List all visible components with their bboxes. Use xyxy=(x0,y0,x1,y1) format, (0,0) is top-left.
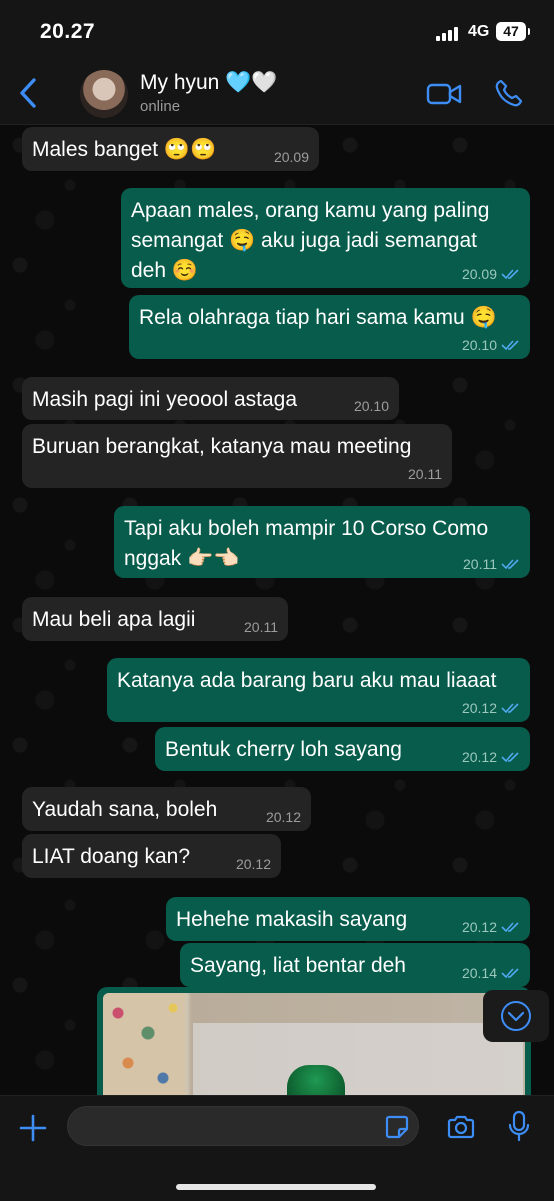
sticker-icon[interactable] xyxy=(384,1114,410,1140)
read-ticks-icon xyxy=(501,703,519,714)
contact-name[interactable]: My hyun 🩵🤍 xyxy=(140,71,278,95)
message-time: 20.10 xyxy=(353,398,389,414)
message-time: 20.11 xyxy=(244,619,278,635)
message-text: Males banget 🙄🙄 xyxy=(32,138,217,161)
message-text: Bentuk cherry loh sayang xyxy=(165,738,402,761)
message-time: 20.14 xyxy=(462,965,520,981)
read-ticks-icon xyxy=(501,559,519,570)
message-bubble-outgoing[interactable]: Apaan males, orang kamu yang paling sema… xyxy=(121,188,530,288)
battery-icon: 47 xyxy=(496,22,530,41)
message-time: 20.12 xyxy=(265,809,301,825)
message-bubble-outgoing[interactable]: Katanya ada barang baru aku mau liaaat 2… xyxy=(107,658,530,722)
message-time: 20.11 xyxy=(408,466,442,482)
network-type: 4G xyxy=(468,23,490,40)
compose-bar xyxy=(0,1095,554,1201)
message-time: 20.12 xyxy=(462,919,520,935)
message-bubble-outgoing[interactable]: Hehehe makasih sayang 20.12 xyxy=(166,897,530,941)
message-bubble-outgoing[interactable]: Tapi aku boleh mampir 10 Corso Como ngga… xyxy=(114,506,530,578)
status-time: 20.27 xyxy=(40,20,96,43)
message-bubble-incoming[interactable]: Mau beli apa lagii 20.11 xyxy=(22,597,288,641)
read-ticks-icon xyxy=(501,752,519,763)
chat-header: My hyun 🩵🤍 online xyxy=(0,62,554,125)
message-text: Tapi aku boleh mampir 10 Corso Como ngga… xyxy=(124,517,489,570)
message-list[interactable]: Males banget 🙄🙄 20.09 Apaan males, orang… xyxy=(0,125,554,1095)
phone-icon[interactable] xyxy=(494,78,524,108)
message-text: Yaudah sana, boleh xyxy=(32,798,218,821)
read-ticks-icon xyxy=(501,340,519,351)
message-bubble-incoming[interactable]: Masih pagi ini yeoool astaga 20.10 xyxy=(22,377,399,420)
message-time: 20.12 xyxy=(462,749,520,765)
image-message[interactable] xyxy=(97,987,531,1095)
message-bubble-incoming[interactable]: Males banget 🙄🙄 20.09 xyxy=(22,127,319,171)
camera-icon[interactable] xyxy=(446,1114,476,1140)
message-text: LIAT doang kan? xyxy=(32,845,191,868)
message-text: Hehehe makasih sayang xyxy=(176,908,408,931)
chevron-down-icon xyxy=(501,1001,531,1031)
message-text: Sayang, liat bentar deh xyxy=(190,954,406,977)
contact-status: online xyxy=(140,98,181,115)
glass-shelf xyxy=(193,1023,523,1095)
read-ticks-icon xyxy=(501,269,519,280)
message-bubble-incoming[interactable]: Yaudah sana, boleh 20.12 xyxy=(22,787,311,831)
read-ticks-icon xyxy=(501,922,519,933)
message-text: Rela olahraga tiap hari sama kamu 🤤 xyxy=(139,306,497,329)
status-bar: 20.27 4G 47 xyxy=(0,0,554,62)
message-text: Apaan males, orang kamu yang paling sema… xyxy=(131,199,490,282)
back-chevron-icon[interactable] xyxy=(14,76,44,110)
message-input[interactable] xyxy=(67,1106,419,1146)
read-ticks-icon xyxy=(501,968,519,979)
video-icon[interactable] xyxy=(426,80,462,108)
message-time: 20.11 xyxy=(463,556,520,572)
message-bubble-outgoing[interactable]: Bentuk cherry loh sayang 20.12 xyxy=(155,727,530,771)
plus-icon[interactable] xyxy=(18,1113,48,1143)
message-text: Katanya ada barang baru aku mau liaaat xyxy=(117,669,497,692)
photo-thumbnail[interactable] xyxy=(103,993,525,1095)
signal-icon xyxy=(436,25,462,41)
message-bubble-incoming[interactable]: Buruan berangkat, katanya mau meeting 20… xyxy=(22,424,452,488)
message-time: 20.10 xyxy=(462,337,520,353)
message-text: Buruan berangkat, katanya mau meeting xyxy=(32,435,412,458)
message-bubble-outgoing[interactable]: Sayang, liat bentar deh 20.14 xyxy=(180,943,530,987)
message-time: 20.12 xyxy=(235,856,271,872)
avatar[interactable] xyxy=(80,70,128,118)
message-text: Masih pagi ini yeoool astaga xyxy=(32,388,298,411)
green-vase xyxy=(287,1065,345,1095)
message-time: 20.12 xyxy=(462,700,520,716)
message-bubble-outgoing[interactable]: Rela olahraga tiap hari sama kamu 🤤 20.1… xyxy=(129,295,530,359)
message-time: 20.09 xyxy=(273,149,309,165)
scroll-to-bottom-button[interactable] xyxy=(483,990,549,1042)
message-text: Mau beli apa lagii xyxy=(32,608,196,631)
floral-box xyxy=(103,993,185,1095)
home-indicator xyxy=(176,1184,376,1190)
mic-icon[interactable] xyxy=(508,1110,530,1142)
message-bubble-incoming[interactable]: LIAT doang kan? 20.12 xyxy=(22,834,281,878)
message-time: 20.09 xyxy=(462,266,520,282)
